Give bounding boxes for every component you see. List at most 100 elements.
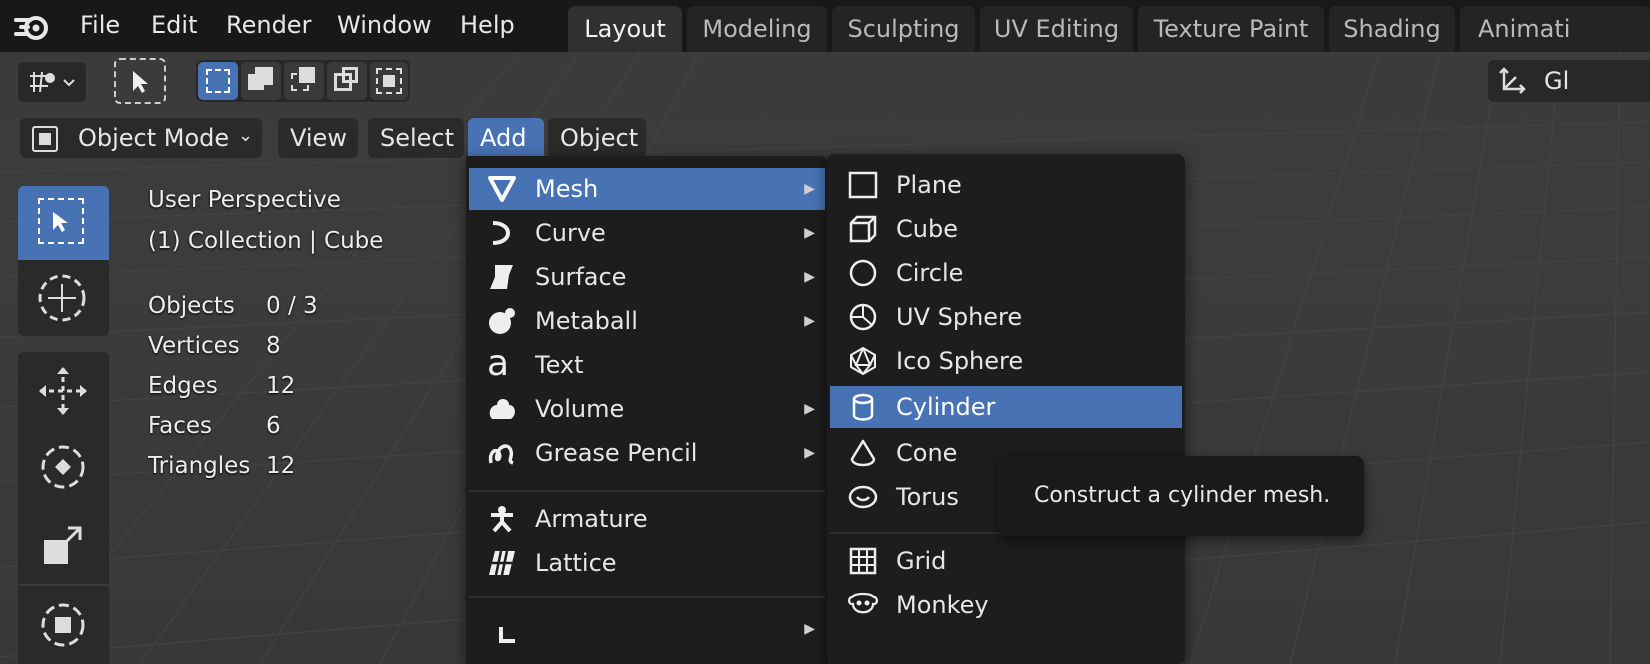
view-menu[interactable]: View: [278, 118, 358, 158]
add-menu-item-armature[interactable]: Armature: [469, 498, 825, 540]
mesh-item-uv-sphere[interactable]: UV Sphere: [830, 296, 1182, 338]
transform-icon: [41, 603, 85, 647]
cone-icon: [850, 439, 876, 467]
menu-help[interactable]: Help: [454, 6, 521, 44]
tool-cursor[interactable]: [18, 260, 109, 336]
tool-settings-button[interactable]: [18, 62, 86, 102]
stat-objects-label: Objects: [148, 293, 235, 319]
stat-vertices-value: 8: [266, 333, 281, 359]
add-menu-item-grease-pencil[interactable]: Grease Pencil ▶: [469, 432, 825, 474]
mesh-icon: [488, 176, 516, 202]
volume-icon: [489, 399, 515, 419]
select-menu[interactable]: Select: [368, 118, 464, 158]
select-invert-button[interactable]: [327, 62, 367, 100]
mesh-item-monkey[interactable]: Monkey: [830, 584, 1182, 626]
add-menu-item-more[interactable]: ▶: [469, 608, 825, 648]
view-perspective-label: User Perspective: [148, 187, 341, 213]
menu-separator: [469, 596, 825, 598]
select-subtract-button[interactable]: [284, 62, 324, 100]
curve-icon: [492, 221, 510, 245]
object-mode-label: Object Mode: [78, 124, 230, 152]
stat-vertices-label: Vertices: [148, 333, 240, 359]
add-menu-item-mesh[interactable]: Mesh ▶: [469, 168, 825, 210]
ico-sphere-icon: [850, 347, 876, 375]
blender-logo-icon[interactable]: [12, 8, 52, 44]
tool-move[interactable]: [18, 352, 109, 430]
select-intersect-button[interactable]: [370, 62, 408, 100]
menu-file[interactable]: File: [74, 6, 126, 44]
stat-objects-value: 0 / 3: [266, 293, 318, 319]
text-icon: a: [487, 343, 510, 384]
tool-rotate[interactable]: [18, 430, 109, 506]
select-tool-button[interactable]: [114, 58, 166, 104]
tooltip: Construct a cylinder mesh.: [998, 456, 1364, 536]
object-mode-dropdown[interactable]: Object Mode ⌄: [20, 118, 262, 158]
transform-pivot-icon: [30, 71, 75, 93]
tab-texture-paint[interactable]: Texture Paint: [1138, 6, 1324, 52]
menu-render[interactable]: Render: [220, 6, 317, 44]
top-bar: File Edit Render Window Help Layout Mode…: [0, 0, 1650, 52]
armature-icon: [491, 506, 513, 533]
tool-scale[interactable]: [18, 506, 109, 584]
stat-faces-label: Faces: [148, 413, 212, 439]
cube-icon: [849, 215, 877, 243]
submenu-arrow-icon: ▶: [804, 621, 815, 637]
select-new-button[interactable]: [198, 62, 238, 100]
surface-icon: [490, 265, 513, 289]
add-menu-item-text[interactable]: a Text: [469, 344, 825, 386]
mesh-item-plane[interactable]: Plane: [830, 164, 1182, 206]
add-menu-item-volume[interactable]: Volume ▶: [469, 388, 825, 430]
mesh-item-cube[interactable]: Cube: [830, 208, 1182, 250]
stat-edges-value: 12: [266, 373, 296, 399]
add-menu-dropdown: Mesh ▶ Curve ▶ Surface ▶ Metaball ▶ a Te…: [466, 156, 828, 664]
tool-select-box[interactable]: [18, 186, 109, 260]
circle-icon: [849, 259, 877, 287]
tab-sculpting[interactable]: Sculpting: [832, 6, 975, 52]
metaball-icon: [489, 308, 515, 334]
torus-icon: [848, 485, 878, 509]
plane-icon: [848, 171, 878, 199]
tab-uv-editing[interactable]: UV Editing: [980, 6, 1133, 52]
mesh-item-cylinder[interactable]: Cylinder: [830, 386, 1182, 428]
mesh-item-circle[interactable]: Circle: [830, 252, 1182, 294]
mesh-submenu: Plane Cube Circle UV Sphere Ico Sphere C…: [827, 154, 1185, 664]
lattice-icon: [489, 550, 515, 576]
stat-triangles-value: 12: [266, 453, 296, 479]
add-menu-item-lattice[interactable]: Lattice: [469, 542, 825, 584]
tool-transform[interactable]: [18, 586, 109, 664]
tab-animation[interactable]: Animati: [1460, 6, 1650, 52]
cursor-3d-icon: [38, 274, 86, 322]
submenu-arrow-icon: ▶: [804, 313, 815, 329]
menu-edit[interactable]: Edit: [145, 6, 203, 44]
object-menu[interactable]: Object: [548, 118, 646, 158]
empty-icon: [499, 627, 515, 643]
uv-sphere-icon: [849, 303, 877, 331]
menu-separator: [469, 490, 825, 492]
cylinder-icon: [852, 393, 874, 421]
grid-icon: [849, 547, 877, 575]
add-menu-item-surface[interactable]: Surface ▶: [469, 256, 825, 298]
mesh-item-grid[interactable]: Grid: [830, 540, 1182, 582]
menu-window[interactable]: Window: [331, 6, 438, 44]
select-extend-button[interactable]: [241, 62, 281, 100]
mesh-item-ico-sphere[interactable]: Ico Sphere: [830, 340, 1182, 382]
add-menu-item-metaball[interactable]: Metaball ▶: [469, 300, 825, 342]
grease-pencil-icon: [488, 444, 514, 465]
chevron-down-icon: ⌄: [238, 125, 254, 146]
transform-orientation-dropdown[interactable]: Gl: [1488, 60, 1650, 102]
tab-layout[interactable]: Layout: [568, 6, 682, 52]
move-icon: [39, 367, 87, 415]
orientation-axes-icon: [1499, 67, 1526, 94]
rotate-icon: [41, 445, 85, 489]
cursor-arrow-icon: [133, 71, 148, 93]
submenu-arrow-icon: ▶: [804, 445, 815, 461]
tab-modeling[interactable]: Modeling: [687, 6, 827, 52]
stat-triangles-label: Triangles: [148, 453, 251, 479]
submenu-arrow-icon: ▶: [804, 225, 815, 241]
selection-mode-group: [196, 60, 410, 102]
submenu-arrow-icon: ▶: [804, 401, 815, 417]
stat-faces-value: 6: [266, 413, 281, 439]
scale-icon: [44, 526, 82, 564]
tab-shading[interactable]: Shading: [1329, 6, 1455, 52]
add-menu-item-curve[interactable]: Curve ▶: [469, 212, 825, 254]
